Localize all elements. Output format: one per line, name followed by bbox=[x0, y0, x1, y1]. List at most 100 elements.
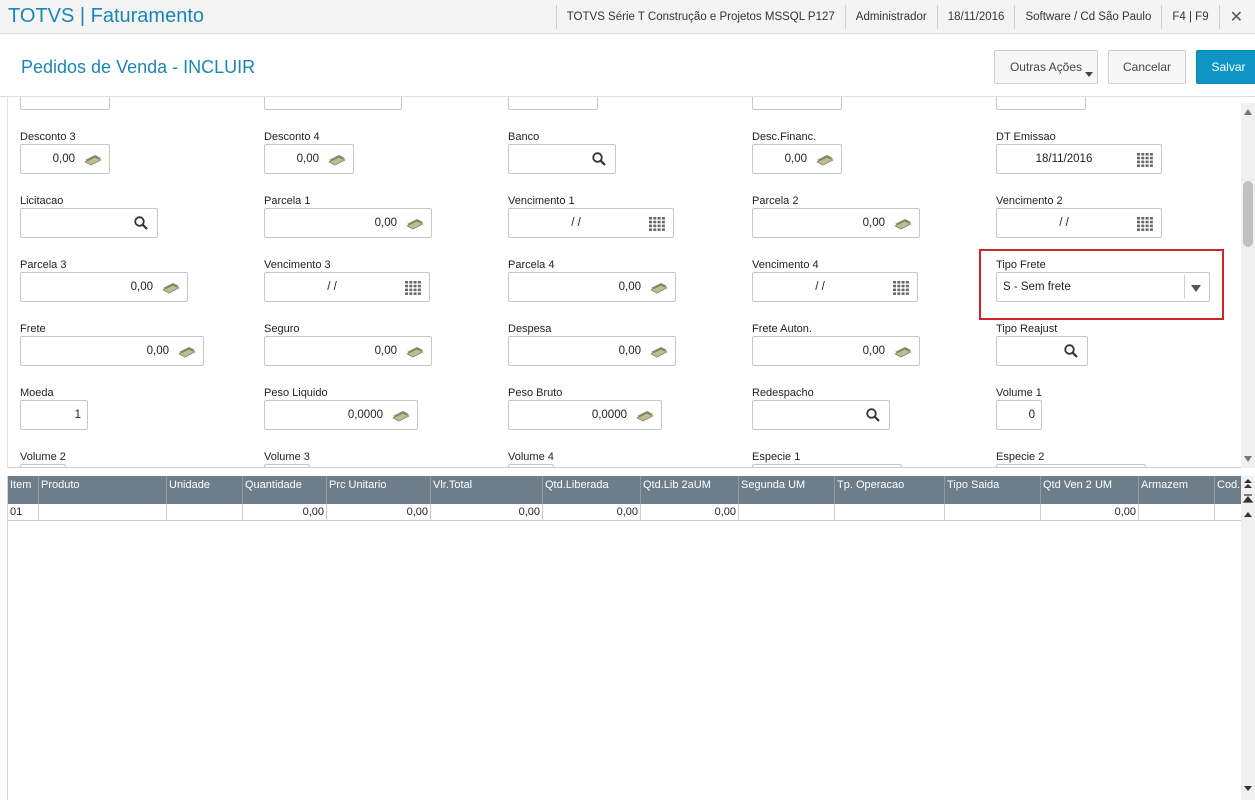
parcela1-input[interactable]: 0,00 bbox=[264, 208, 432, 238]
money-icon[interactable] bbox=[815, 151, 835, 167]
partial-input[interactable] bbox=[20, 97, 110, 110]
money-icon[interactable] bbox=[161, 279, 181, 295]
table-cell[interactable] bbox=[945, 504, 1041, 521]
money-icon[interactable] bbox=[405, 343, 425, 359]
column-header[interactable]: Tipo Saida bbox=[945, 476, 1041, 504]
column-header[interactable]: Segunda UM bbox=[739, 476, 835, 504]
scroll-top-icon[interactable] bbox=[1242, 478, 1254, 490]
desconto3-input[interactable]: 0,00 bbox=[20, 144, 110, 174]
especie1-input[interactable] bbox=[752, 464, 902, 467]
tipo-reajust-input[interactable] bbox=[996, 336, 1088, 366]
licitacao-input[interactable] bbox=[20, 208, 158, 238]
scroll-thumb[interactable] bbox=[1243, 181, 1253, 247]
especie2-input[interactable] bbox=[996, 464, 1146, 467]
save-button[interactable]: Salvar bbox=[1196, 50, 1255, 84]
other-actions-button[interactable]: Outras Ações bbox=[994, 50, 1098, 84]
money-icon[interactable] bbox=[893, 343, 913, 359]
peso-bruto-input[interactable]: 0,0000 bbox=[508, 400, 662, 430]
search-icon[interactable] bbox=[865, 407, 881, 423]
peso-liquido-input[interactable]: 0,0000 bbox=[264, 400, 418, 430]
table-cell[interactable]: 0,00 bbox=[543, 504, 641, 521]
money-icon[interactable] bbox=[405, 215, 425, 231]
table-cell[interactable] bbox=[835, 504, 945, 521]
money-icon[interactable] bbox=[893, 215, 913, 231]
volume2-input[interactable] bbox=[20, 464, 66, 467]
parcela2-input[interactable]: 0,00 bbox=[752, 208, 920, 238]
table-cell[interactable] bbox=[39, 504, 167, 521]
search-icon[interactable] bbox=[1063, 343, 1079, 359]
partial-input[interactable] bbox=[996, 97, 1086, 110]
vencimento3-input[interactable]: / / bbox=[264, 272, 430, 302]
branch-label[interactable]: Software / Cd São Paulo bbox=[1015, 11, 1161, 23]
column-header[interactable]: Cod. bbox=[1215, 476, 1241, 504]
page-up-icon[interactable] bbox=[1242, 493, 1254, 505]
banco-input[interactable] bbox=[508, 144, 616, 174]
calendar-icon[interactable] bbox=[649, 217, 665, 231]
parcela4-input[interactable]: 0,00 bbox=[508, 272, 676, 302]
scroll-down-icon[interactable] bbox=[1244, 456, 1252, 462]
calendar-icon[interactable] bbox=[1137, 153, 1153, 167]
column-header[interactable]: Item bbox=[8, 476, 39, 504]
seguro-input[interactable]: 0,00 bbox=[264, 336, 432, 366]
column-header[interactable]: Produto bbox=[39, 476, 167, 504]
table-cell[interactable] bbox=[739, 504, 835, 521]
desconto4-input[interactable]: 0,00 bbox=[264, 144, 354, 174]
cancel-button[interactable]: Cancelar bbox=[1108, 50, 1186, 84]
parcela3-input[interactable]: 0,00 bbox=[20, 272, 188, 302]
partial-input[interactable] bbox=[752, 97, 842, 110]
user-label[interactable]: Administrador bbox=[846, 11, 937, 23]
close-icon[interactable]: ✕ bbox=[1220, 7, 1255, 27]
volume4-input[interactable] bbox=[508, 464, 554, 467]
vencimento1-input[interactable]: / / bbox=[508, 208, 674, 238]
column-header[interactable]: Tp. Operacao bbox=[835, 476, 945, 504]
frete-auton-input[interactable]: 0,00 bbox=[752, 336, 920, 366]
column-header[interactable]: Qtd.Liberada bbox=[543, 476, 641, 504]
search-icon[interactable] bbox=[591, 151, 607, 167]
partial-input[interactable] bbox=[264, 97, 402, 110]
redespacho-input[interactable] bbox=[752, 400, 890, 430]
table-cell[interactable]: 0,00 bbox=[327, 504, 431, 521]
calendar-icon[interactable] bbox=[893, 281, 909, 295]
table-cell[interactable] bbox=[1215, 504, 1241, 521]
calendar-icon[interactable] bbox=[1137, 217, 1153, 231]
money-icon[interactable] bbox=[635, 407, 655, 423]
money-icon[interactable] bbox=[177, 343, 197, 359]
column-header[interactable]: Armazem bbox=[1139, 476, 1215, 504]
calendar-icon[interactable] bbox=[405, 281, 421, 295]
money-icon[interactable] bbox=[327, 151, 347, 167]
dt-emissao-input[interactable]: 18/11/2016 bbox=[996, 144, 1162, 174]
table-cell[interactable]: 0,00 bbox=[431, 504, 543, 521]
money-icon[interactable] bbox=[83, 151, 103, 167]
vencimento4-input[interactable]: / / bbox=[752, 272, 918, 302]
column-header[interactable]: Quantidade bbox=[243, 476, 327, 504]
frete-input[interactable]: 0,00 bbox=[20, 336, 204, 366]
column-header[interactable]: Prc Unitario bbox=[327, 476, 431, 504]
scroll-down-icon[interactable] bbox=[1242, 782, 1254, 794]
environment-label[interactable]: TOTVS Série T Construção e Projetos MSSQ… bbox=[557, 11, 845, 23]
vencimento2-input[interactable]: / / bbox=[996, 208, 1162, 238]
table-cell[interactable]: 0,00 bbox=[1041, 504, 1139, 521]
moeda-input[interactable]: 1 bbox=[20, 400, 88, 430]
volume3-input[interactable] bbox=[264, 464, 310, 467]
table-cell[interactable]: 0,00 bbox=[243, 504, 327, 521]
table-cell[interactable] bbox=[167, 504, 243, 521]
form-scrollbar[interactable] bbox=[1241, 103, 1255, 468]
table-cell[interactable]: 01 bbox=[8, 504, 39, 521]
shortcuts-label[interactable]: F4 | F9 bbox=[1162, 11, 1218, 23]
grid-scrollbar[interactable] bbox=[1241, 476, 1255, 800]
scroll-up-icon[interactable] bbox=[1242, 509, 1254, 521]
column-header[interactable]: Vlr.Total bbox=[431, 476, 543, 504]
column-header[interactable]: Qtd Ven 2 UM bbox=[1041, 476, 1139, 504]
volume1-input[interactable]: 0 bbox=[996, 400, 1042, 430]
desc-financ-input[interactable]: 0,00 bbox=[752, 144, 842, 174]
date-label[interactable]: 18/11/2016 bbox=[938, 11, 1015, 23]
table-row[interactable]: 01 0,00 0,00 0,00 0,00 0,00 0,00 bbox=[8, 504, 1241, 521]
scroll-up-icon[interactable] bbox=[1244, 109, 1252, 115]
column-header[interactable]: Unidade bbox=[167, 476, 243, 504]
money-icon[interactable] bbox=[649, 279, 669, 295]
table-cell[interactable]: 0,00 bbox=[641, 504, 739, 521]
despesa-input[interactable]: 0,00 bbox=[508, 336, 676, 366]
money-icon[interactable] bbox=[391, 407, 411, 423]
column-header[interactable]: Qtd.Lib 2aUM bbox=[641, 476, 739, 504]
table-cell[interactable] bbox=[1139, 504, 1215, 521]
